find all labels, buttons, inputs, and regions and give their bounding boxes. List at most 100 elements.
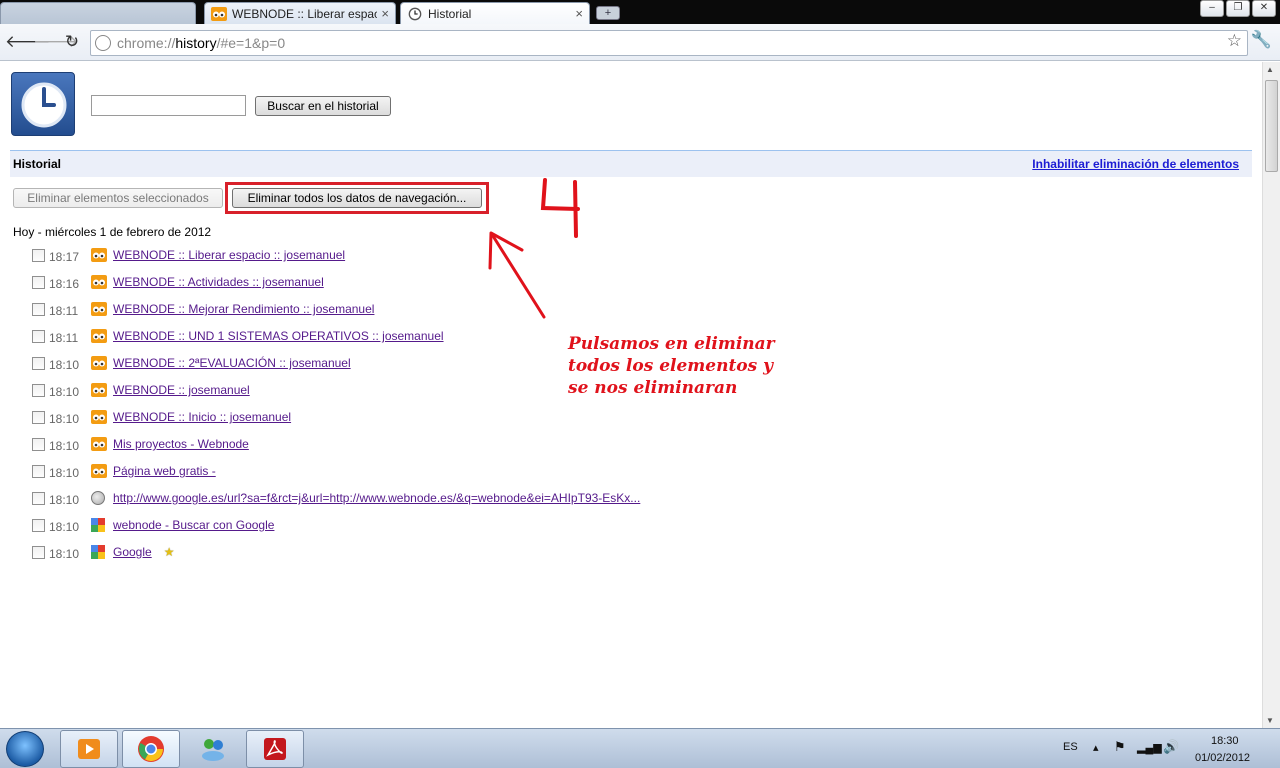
entry-time: 18:11 bbox=[49, 331, 79, 345]
entry-link[interactable]: WEBNODE :: Inicio :: josemanuel bbox=[113, 410, 291, 424]
entry-time: 18:10 bbox=[49, 439, 80, 453]
browser-toolbar: 🡐 🡒 ↻ chrome://history/#e=1&p=0 ☆ 🔧 bbox=[0, 24, 1280, 61]
entry-link[interactable]: webnode - Buscar con Google bbox=[113, 518, 274, 532]
entry-link[interactable]: WEBNODE :: Mejorar Rendimiento :: josema… bbox=[113, 302, 374, 316]
vertical-scrollbar[interactable]: ▲ ▼ bbox=[1262, 62, 1280, 728]
webnode-icon bbox=[91, 464, 107, 478]
entry-checkbox[interactable] bbox=[32, 275, 45, 289]
webnode-icon bbox=[91, 383, 107, 397]
section-title: Historial bbox=[13, 157, 62, 171]
language-indicator[interactable]: ES bbox=[1063, 741, 1078, 753]
entry-link[interactable]: WEBNODE :: 2ªEVALUACIÓN :: josemanuel bbox=[113, 356, 351, 370]
tab-0[interactable] bbox=[0, 2, 196, 24]
google-icon bbox=[91, 545, 105, 559]
clock-icon bbox=[21, 82, 67, 128]
volume-icon[interactable]: 🔊 bbox=[1163, 739, 1179, 755]
restore-button[interactable]: ❐ bbox=[1226, 0, 1250, 17]
webnode-icon bbox=[91, 329, 107, 343]
history-entry: 18:10 Google ★ bbox=[32, 542, 174, 562]
clock-date[interactable]: 01/02/2012 bbox=[1195, 752, 1250, 764]
history-page: Buscar en el historial Historial Inhabil… bbox=[0, 62, 1262, 728]
webnode-icon bbox=[91, 410, 107, 424]
window-controls: – ❐ ✕ bbox=[1200, 0, 1276, 17]
forward-button[interactable]: 🡒 bbox=[33, 32, 79, 52]
disable-delete-link[interactable]: Inhabilitar eliminación de elementos bbox=[1032, 157, 1239, 171]
entry-checkbox[interactable] bbox=[32, 437, 45, 451]
history-entry: 18:10 WEBNODE :: Inicio :: josemanuel bbox=[32, 407, 291, 427]
entry-time: 18:10 bbox=[49, 520, 80, 534]
entry-checkbox[interactable] bbox=[32, 518, 45, 532]
tab-title: WEBNODE :: Liberar espacio bbox=[232, 6, 378, 21]
bookmark-star-icon[interactable]: ☆ bbox=[1227, 31, 1242, 51]
entry-checkbox[interactable] bbox=[32, 302, 45, 316]
entry-checkbox[interactable] bbox=[32, 329, 45, 343]
show-hidden-icons[interactable]: ▴ bbox=[1093, 741, 1099, 754]
entry-link[interactable]: WEBNODE :: Liberar espacio :: josemanuel bbox=[113, 248, 345, 262]
reload-button[interactable]: ↻ bbox=[61, 32, 83, 52]
webnode-icon bbox=[91, 248, 107, 262]
address-bar[interactable]: chrome://history/#e=1&p=0 bbox=[90, 30, 1248, 56]
start-button[interactable] bbox=[6, 731, 44, 767]
history-entry: 18:11 WEBNODE :: Mejorar Rendimiento :: j… bbox=[32, 299, 374, 319]
globe-icon bbox=[91, 491, 105, 505]
media-player-taskbar-icon[interactable] bbox=[60, 730, 118, 768]
entry-time: 18:10 bbox=[49, 547, 80, 561]
webnode-icon bbox=[91, 437, 107, 451]
webnode-icon bbox=[91, 356, 107, 370]
scroll-down-icon[interactable]: ▼ bbox=[1266, 716, 1274, 725]
entry-link[interactable]: Página web gratis - bbox=[113, 464, 216, 478]
tab-strip: WEBNODE :: Liberar espacio × Historial ×… bbox=[0, 0, 1280, 24]
annotation-highlight-box bbox=[225, 182, 489, 214]
delete-selected-button[interactable]: Eliminar elementos seleccionados bbox=[13, 188, 223, 208]
webnode-icon bbox=[91, 302, 107, 316]
tab-webnode[interactable]: WEBNODE :: Liberar espacio × bbox=[204, 2, 396, 24]
history-entry: 18:10 Mis proyectos - Webnode bbox=[32, 434, 249, 454]
close-tab-icon[interactable]: × bbox=[381, 6, 389, 21]
entry-checkbox[interactable] bbox=[32, 383, 45, 397]
entry-checkbox[interactable] bbox=[32, 545, 45, 559]
entry-checkbox[interactable] bbox=[32, 464, 45, 478]
close-window-button[interactable]: ✕ bbox=[1252, 0, 1276, 17]
entry-time: 18:16 bbox=[49, 277, 80, 291]
search-history-button[interactable]: Buscar en el historial bbox=[255, 96, 391, 116]
action-center-flag-icon[interactable]: ⚑ bbox=[1114, 739, 1126, 755]
minimize-button[interactable]: – bbox=[1200, 0, 1224, 17]
annotation-line: se nos eliminaran bbox=[568, 378, 738, 398]
annotation-text: Pulsamos en eliminar todos los elementos… bbox=[568, 333, 775, 399]
scroll-up-icon[interactable]: ▲ bbox=[1266, 65, 1274, 74]
entry-link[interactable]: Google bbox=[113, 545, 152, 559]
acrobat-taskbar-icon[interactable] bbox=[246, 730, 304, 768]
bookmarked-star-icon: ★ bbox=[163, 545, 175, 559]
entry-checkbox[interactable] bbox=[32, 491, 45, 505]
entry-checkbox[interactable] bbox=[32, 356, 45, 370]
day-heading: Hoy - miércoles 1 de febrero de 2012 bbox=[13, 225, 212, 239]
url-scheme: chrome:// bbox=[117, 35, 176, 51]
annotation-line: Pulsamos en eliminar bbox=[568, 334, 775, 354]
messenger-taskbar-icon[interactable] bbox=[184, 730, 242, 768]
entry-time: 18:11 bbox=[49, 304, 79, 318]
entry-link[interactable]: WEBNODE :: josemanuel bbox=[113, 383, 250, 397]
history-entry: 18:16 WEBNODE :: Actividades :: josemanue… bbox=[32, 272, 324, 292]
chrome-taskbar-icon[interactable] bbox=[122, 730, 180, 768]
network-icon[interactable]: ▂▄▆ bbox=[1137, 741, 1162, 754]
entry-time: 18:10 bbox=[49, 493, 80, 507]
tab-historial[interactable]: Historial × bbox=[400, 2, 590, 24]
wrench-icon[interactable]: 🔧 bbox=[1251, 30, 1272, 50]
scrollbar-thumb[interactable] bbox=[1265, 80, 1278, 172]
entry-time: 18:10 bbox=[49, 466, 80, 480]
entry-link[interactable]: Mis proyectos - Webnode bbox=[113, 437, 249, 451]
entry-link[interactable]: WEBNODE :: Actividades :: josemanuel bbox=[113, 275, 324, 289]
entry-time: 18:10 bbox=[49, 412, 80, 426]
close-tab-icon[interactable]: × bbox=[575, 6, 583, 21]
new-tab-button[interactable]: + bbox=[596, 6, 620, 20]
entry-checkbox[interactable] bbox=[32, 410, 45, 424]
entry-link[interactable]: http://www.google.es/url?sa=f&rct=j&url=… bbox=[113, 491, 640, 505]
webnode-icon bbox=[91, 275, 107, 289]
history-search-input[interactable] bbox=[91, 95, 246, 116]
entry-checkbox[interactable] bbox=[32, 248, 45, 262]
entry-link[interactable]: WEBNODE :: UND 1 SISTEMAS OPERATIVOS :: … bbox=[113, 329, 444, 343]
annotation-arrow bbox=[488, 231, 546, 319]
back-button[interactable]: 🡐 bbox=[5, 32, 51, 52]
page-icon bbox=[95, 35, 111, 51]
clock-time[interactable]: 18:30 bbox=[1211, 735, 1239, 747]
